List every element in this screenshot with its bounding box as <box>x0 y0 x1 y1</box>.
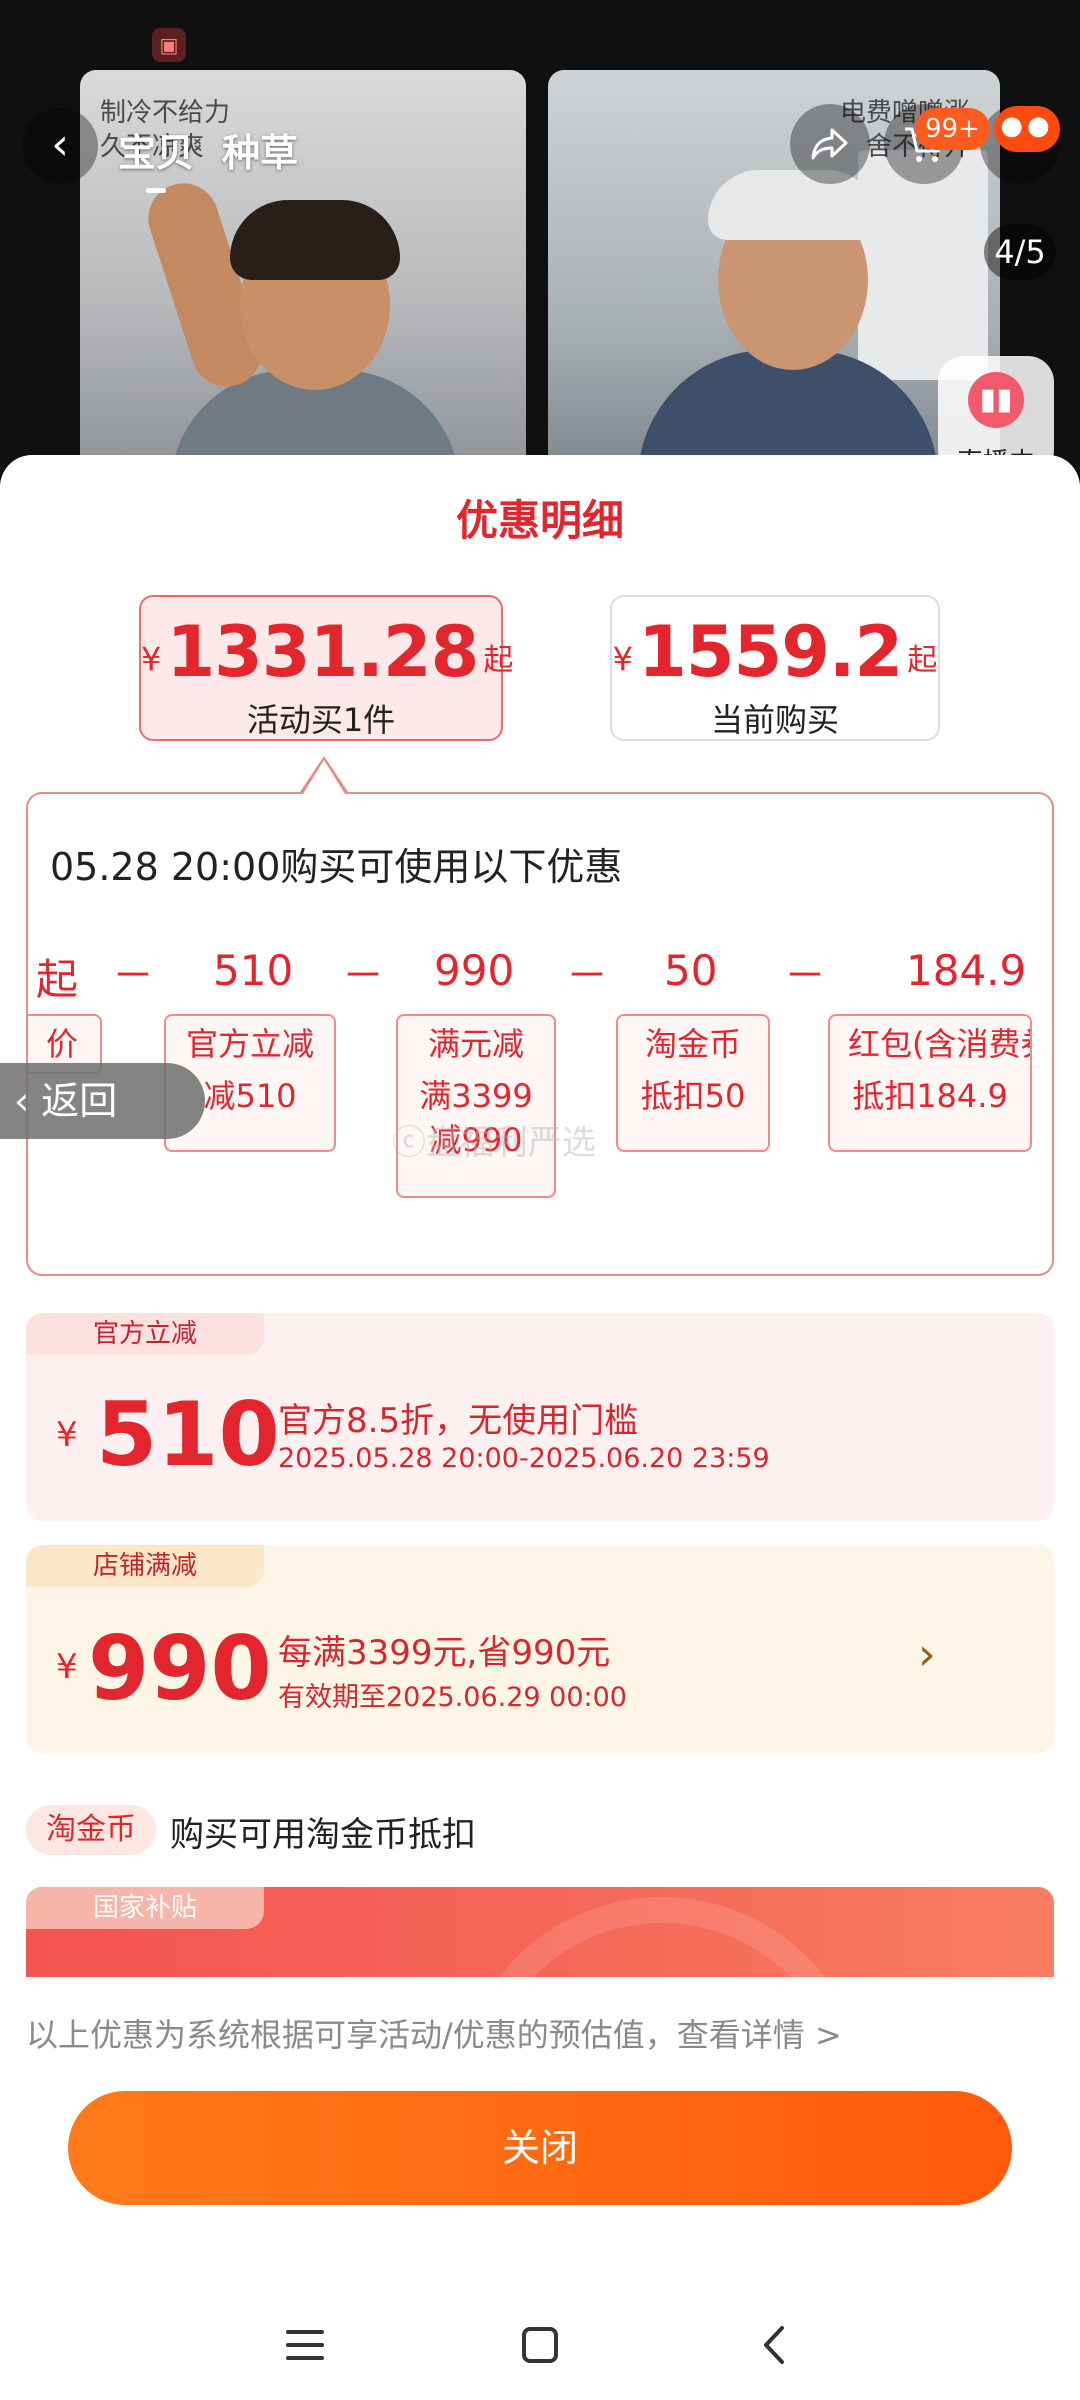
message-icon[interactable]: ●● <box>994 106 1060 152</box>
activity-label: 活动买1件 <box>246 701 396 739</box>
estimate-note-link[interactable]: 以上优惠为系统根据可享活动/优惠的预估值，查看详情 > <box>26 1995 1054 2075</box>
store-validity: 有效期至2025.06.29 00:00 <box>278 1682 627 1713</box>
calc-operator: － <box>566 951 609 1000</box>
calc-value-coin: 50 <box>664 946 718 995</box>
discount-calculation: 05.28 20:00购买可使用以下优惠 起 － 510 － 990 － 50 … <box>26 792 1054 1276</box>
store-tag: 店铺满减 <box>26 1545 264 1587</box>
close-button[interactable]: 关闭 <box>68 2091 1012 2205</box>
store-discount-card[interactable]: 店铺满减 ¥ 990 每满3399元,省990元 有效期至2025.06.29 … <box>26 1545 1054 1753</box>
header-tabs: 宝贝 种草 <box>118 122 298 193</box>
back-button[interactable]: ‹ <box>22 108 98 184</box>
discount-detail-sheet: 优惠明细 ¥ 1331.28 起 活动买1件 ¥ 1559.2 起 当前购买 0… <box>0 455 1080 2400</box>
activity-price: ¥ 1331.28 起 <box>141 611 513 693</box>
current-amount: 1559.2 <box>638 611 903 693</box>
current-label: 当前购买 <box>710 701 839 739</box>
official-validity: 2025.05.28 20:00-2025.06.20 23:59 <box>278 1443 770 1474</box>
photo-figure <box>708 170 878 240</box>
status-app-icon: ▣ <box>152 28 186 62</box>
store-description: 每满3399元,省990元 <box>278 1633 611 1673</box>
chip-title: 满元减 <box>427 1025 524 1063</box>
calc-operator: － <box>112 951 155 1000</box>
floating-back-label: 返回 <box>41 1079 118 1123</box>
current-suffix: 起 <box>907 643 938 678</box>
current-currency: ¥ <box>612 640 634 678</box>
photo-figure <box>858 150 988 380</box>
sheet-title: 优惠明细 <box>455 496 624 545</box>
national-subsidy-card: 国家补贴 <box>26 1887 1054 1977</box>
calc-heading: 05.28 20:00购买可使用以下优惠 <box>50 845 623 889</box>
store-amount: 990 <box>88 1617 272 1720</box>
official-currency: ¥ <box>56 1415 78 1455</box>
selection-pointer-fill <box>303 760 345 794</box>
share-icon <box>811 128 848 160</box>
app-screen: 制冷不给力 久不凉爽 电费噌噌涨 舍不得开 ▣ ‹ 宝贝 种草 ⋯ 99+ ●●… <box>0 0 1080 2400</box>
store-currency: ¥ <box>56 1647 78 1687</box>
live-icon: ▮▮ <box>968 372 1024 428</box>
coin-text: 购买可用淘金币抵扣 <box>170 1815 476 1855</box>
calc-value-store: 990 <box>434 946 515 995</box>
chip-title: 淘金币 <box>644 1025 741 1063</box>
tab-zhongcao[interactable]: 种草 <box>222 122 298 177</box>
official-tag: 官方立减 <box>26 1313 264 1355</box>
official-amount: 510 <box>96 1383 280 1486</box>
activity-amount: 1331.28 <box>166 611 479 693</box>
chip-coin: 淘金币 抵扣50 <box>616 1014 770 1152</box>
floating-back-button[interactable]: ‹ 返回 <box>0 1063 205 1139</box>
product-gallery[interactable]: 制冷不给力 久不凉爽 电费噌噌涨 舍不得开 <box>0 0 1080 470</box>
system-back-icon[interactable] <box>740 2310 810 2380</box>
activity-currency: ¥ <box>141 640 162 678</box>
chip-title: 价 <box>45 1025 78 1063</box>
chip-title: 红包(含消费券) <box>848 1025 1030 1063</box>
cart-badge: 99+ <box>915 108 990 150</box>
system-navigation-bar <box>0 2290 1080 2400</box>
activity-suffix: 起 <box>483 643 514 678</box>
watermark: ⓒ盘福利严选 <box>392 1123 596 1163</box>
home-icon[interactable] <box>505 2310 575 2380</box>
current-price: ¥ 1559.2 起 <box>612 611 938 693</box>
calc-operator: － <box>342 951 385 1000</box>
price-option-activity[interactable]: ¥ 1331.28 起 活动买1件 <box>139 595 513 741</box>
calc-value-redpacket: 184.9 <box>906 946 1027 995</box>
chip-title: 官方立减 <box>185 1025 314 1063</box>
official-discount-card: 官方立减 ¥ 510 官方8.5折，无使用门槛 2025.05.28 20:00… <box>26 1313 1054 1521</box>
share-button[interactable] <box>790 104 870 184</box>
chip-detail: 抵扣50 <box>640 1077 746 1115</box>
image-counter: 4/5 <box>984 224 1056 280</box>
price-option-current[interactable]: ¥ 1559.2 起 当前购买 <box>610 595 940 741</box>
menu-icon[interactable] <box>270 2310 340 2380</box>
chip-redpacket: 红包(含消费券) 抵扣184.9 <box>828 1014 1032 1152</box>
chevron-left-icon: ‹ <box>14 1079 30 1123</box>
calc-operator: － <box>784 951 827 1000</box>
calc-value-official: 510 <box>213 946 294 995</box>
chip-store: 满元减 满3399 减990 <box>396 1014 556 1198</box>
official-description: 官方8.5折，无使用门槛 <box>278 1401 639 1441</box>
calc-start: 起 <box>36 955 79 1004</box>
chevron-right-icon[interactable]: › <box>918 1629 936 1680</box>
gov-tag: 国家补贴 <box>26 1887 264 1929</box>
chip-detail: 抵扣184.9 <box>852 1077 1008 1115</box>
coin-tag: 淘金币 <box>26 1805 156 1855</box>
tab-baobei[interactable]: 宝贝 <box>118 122 194 193</box>
photo-figure <box>230 200 400 280</box>
